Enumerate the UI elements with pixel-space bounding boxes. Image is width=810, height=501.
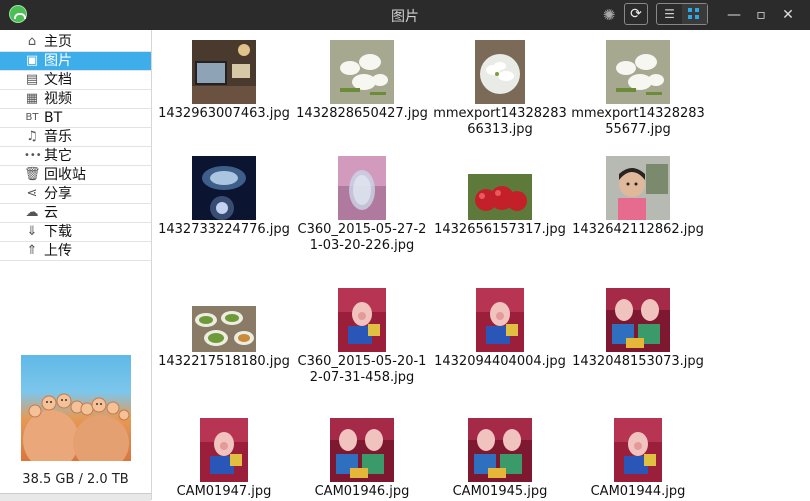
file-item[interactable]: 1432094404004.jpg bbox=[431, 288, 569, 370]
file-thumbnail bbox=[330, 418, 394, 482]
file-name: CAM01944.jpg bbox=[590, 484, 686, 499]
document-icon: ▤ bbox=[25, 72, 39, 87]
file-item[interactable]: mmexport1432828366313.jpg bbox=[431, 40, 569, 138]
sidebar-item-label: 上传 bbox=[44, 243, 72, 259]
file-thumbnail bbox=[192, 306, 256, 352]
file-thumbnail bbox=[468, 174, 532, 220]
maximize-button[interactable]: ▫ bbox=[751, 5, 771, 25]
sidebar: ⌂ 主页 ▣ 图片 ▤ 文档 ▦ 视频 BT BT ♫ 音乐 ••• 其它 🗑 回收站 ⋖ 分享 ☁ 云 ⇓ 下载 ⇑ 上传 … bbox=[0, 30, 152, 501]
sidebar-item-home[interactable]: ⌂ 主页 bbox=[0, 33, 151, 52]
sidebar-item-upload[interactable]: ⇑ 上传 bbox=[0, 242, 151, 261]
file-name: C360_2015-05-27-21-03-20-226.jpg bbox=[297, 222, 427, 253]
share-icon: ⋖ bbox=[26, 186, 38, 201]
cloud-icon: ☁ bbox=[25, 205, 39, 220]
list-view-button[interactable]: ☰ bbox=[657, 4, 682, 24]
minimize-button[interactable]: — bbox=[724, 5, 744, 25]
file-name: 1432733224776.jpg bbox=[158, 222, 290, 237]
view-mode-group: ☰ bbox=[656, 3, 708, 25]
grid-view-button[interactable] bbox=[682, 4, 707, 24]
file-item[interactable]: C360_2015-05-20-12-07-31-458.jpg bbox=[293, 288, 431, 386]
sidebar-item-document[interactable]: ▤ 文档 bbox=[0, 71, 151, 90]
file-thumbnail bbox=[614, 418, 662, 482]
sidebar-item-label: 视频 bbox=[44, 91, 72, 107]
refresh-button[interactable]: ⟳ bbox=[624, 3, 648, 25]
preview-image bbox=[21, 355, 131, 461]
title-bar: 图片 ✺ ⟳ ☰ — ▫ ✕ bbox=[0, 0, 810, 30]
file-item[interactable]: CAM01947.jpg bbox=[155, 418, 293, 500]
file-item[interactable]: 1432828650427.jpg bbox=[293, 40, 431, 122]
file-item[interactable]: 1432048153073.jpg bbox=[569, 288, 707, 370]
file-name: 1432048153073.jpg bbox=[572, 354, 704, 369]
video-icon: ▦ bbox=[25, 91, 39, 106]
file-thumbnail bbox=[468, 418, 532, 482]
sidebar-item-cloud[interactable]: ☁ 云 bbox=[0, 204, 151, 223]
sidebar-item-music[interactable]: ♫ 音乐 bbox=[0, 128, 151, 147]
file-thumbnail bbox=[192, 40, 256, 104]
sidebar-item-share[interactable]: ⋖ 分享 bbox=[0, 185, 151, 204]
file-thumbnail bbox=[338, 156, 386, 220]
close-button[interactable]: ✕ bbox=[778, 5, 798, 25]
sidebar-item-label: 回收站 bbox=[44, 167, 86, 183]
file-thumbnail bbox=[200, 418, 248, 482]
sidebar-item-bt[interactable]: BT BT bbox=[0, 109, 151, 128]
file-name: 1432828650427.jpg bbox=[296, 106, 428, 121]
sidebar-item-label: 其它 bbox=[44, 148, 72, 164]
file-name: 1432963007463.jpg bbox=[158, 106, 290, 121]
file-item[interactable]: CAM01944.jpg bbox=[569, 418, 707, 500]
bt-icon: BT bbox=[25, 112, 39, 123]
sidebar-item-label: 分享 bbox=[44, 186, 72, 202]
sidebar-item-download[interactable]: ⇓ 下载 bbox=[0, 223, 151, 242]
file-name: 1432217518180.jpg bbox=[158, 354, 290, 369]
file-item[interactable]: C360_2015-05-27-21-03-20-226.jpg bbox=[293, 156, 431, 254]
sidebar-item-label: 音乐 bbox=[44, 129, 72, 145]
home-icon: ⌂ bbox=[27, 34, 37, 49]
file-name: mmexport1432828355677.jpg bbox=[571, 106, 705, 137]
sidebar-item-label: BT bbox=[44, 110, 63, 126]
file-thumbnail bbox=[475, 40, 525, 104]
file-thumbnail bbox=[330, 40, 394, 104]
file-name: mmexport1432828366313.jpg bbox=[433, 106, 567, 137]
file-name: 1432642112862.jpg bbox=[572, 222, 704, 237]
file-name: 1432094404004.jpg bbox=[434, 354, 566, 369]
file-thumbnail bbox=[606, 288, 670, 352]
file-item[interactable]: mmexport1432828355677.jpg bbox=[569, 40, 707, 138]
trash-icon: 🗑 bbox=[24, 167, 41, 182]
music-icon: ♫ bbox=[26, 129, 38, 144]
sidebar-item-label: 文档 bbox=[44, 72, 72, 88]
storage-usage: 38.5 GB / 2.0 TB bbox=[22, 472, 129, 487]
file-thumbnail bbox=[192, 156, 256, 220]
file-thumbnail bbox=[606, 40, 670, 104]
file-name: 1432656157317.jpg bbox=[434, 222, 566, 237]
file-thumbnail bbox=[338, 288, 386, 352]
more-icon: ••• bbox=[24, 150, 42, 161]
file-thumbnail bbox=[476, 288, 524, 352]
file-name: C360_2015-05-20-12-07-31-458.jpg bbox=[297, 354, 427, 385]
sidebar-item-label: 云 bbox=[44, 205, 58, 221]
file-item[interactable]: 1432963007463.jpg bbox=[155, 40, 293, 122]
sidebar-item-label: 主页 bbox=[44, 34, 72, 50]
file-grid: 1432963007463.jpg 1432828650427.jpg mmexpo… bbox=[152, 30, 810, 500]
file-name: CAM01946.jpg bbox=[314, 484, 410, 499]
sidebar-item-more[interactable]: ••• 其它 bbox=[0, 147, 151, 166]
file-item[interactable]: 1432733224776.jpg bbox=[155, 156, 293, 238]
file-item[interactable]: CAM01945.jpg bbox=[431, 418, 569, 500]
sidebar-item-video[interactable]: ▦ 视频 bbox=[0, 90, 151, 109]
download-icon: ⇓ bbox=[26, 224, 38, 239]
image-icon: ▣ bbox=[25, 53, 39, 68]
sidebar-item-image[interactable]: ▣ 图片 bbox=[0, 52, 151, 71]
file-item[interactable]: 1432656157317.jpg bbox=[431, 156, 569, 238]
sidebar-item-trash[interactable]: 🗑 回收站 bbox=[0, 166, 151, 185]
file-name: CAM01947.jpg bbox=[176, 484, 272, 499]
loading-spinner-icon: ✺ bbox=[602, 6, 616, 24]
file-thumbnail bbox=[606, 156, 670, 220]
file-item[interactable]: 1432217518180.jpg bbox=[155, 288, 293, 370]
sidebar-item-label: 下载 bbox=[44, 224, 72, 240]
file-item[interactable]: 1432642112862.jpg bbox=[569, 156, 707, 238]
upload-icon: ⇑ bbox=[26, 243, 38, 258]
file-item[interactable]: CAM01946.jpg bbox=[293, 418, 431, 500]
file-name: CAM01945.jpg bbox=[452, 484, 548, 499]
sidebar-item-label: 图片 bbox=[44, 53, 72, 69]
